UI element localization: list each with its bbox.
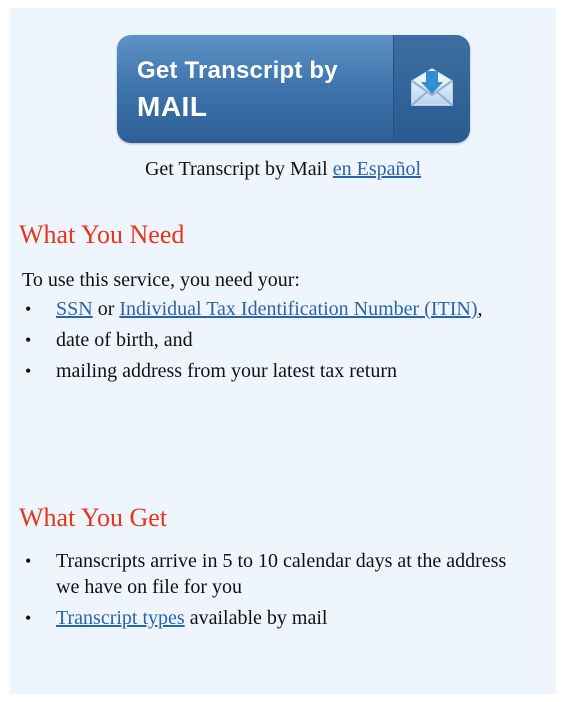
spanish-link[interactable]: en Español [333,158,421,180]
itin-link[interactable]: Individual Tax Identification Number (IT… [119,298,477,320]
or-text: or [92,298,120,320]
list-item: • SSN or Individual Tax Identification N… [22,296,526,322]
ssn-link[interactable]: SSN [56,298,93,320]
button-label-line2: MAIL [137,91,208,122]
bullet-icon: • [25,299,32,319]
get-list: • Transcripts arrive in 5 to 10 calendar… [22,548,526,636]
need-intro: To use this service, you need your: [22,269,300,291]
list-item-text: date of birth, and [56,329,193,351]
list-item: • mailing address from your latest tax r… [22,358,526,384]
bullet-icon: • [25,330,32,350]
bullet-icon: • [25,361,32,381]
list-item-text: mailing address from your latest tax ret… [56,360,398,382]
button-icon-area [393,35,470,143]
get-transcript-by-mail-button[interactable]: Get Transcript by MAIL [117,35,470,143]
list-item-text: available by mail [184,607,328,629]
need-list: • SSN or Individual Tax Identification N… [22,296,526,389]
transcript-types-link[interactable]: Transcript types [56,607,185,629]
bullet-icon: • [25,551,32,571]
button-caption: Get Transcript by Mail en Español [10,158,556,181]
content-panel: Get Transcript by MAIL Get Transcript by… [10,8,556,694]
comma-text: , [477,298,483,320]
list-item-text: Transcripts arrive in 5 to 10 calendar d… [56,550,507,598]
what-you-get-heading: What You Get [19,503,168,532]
button-label-line1: Get Transcript by [137,57,338,84]
list-item: • date of birth, and [22,327,526,353]
list-item: • Transcripts arrive in 5 to 10 calendar… [22,548,526,600]
list-item: • Transcript types available by mail [22,605,526,631]
bullet-icon: • [25,608,32,628]
download-envelope-icon [411,68,453,106]
what-you-need-heading: What You Need [19,220,185,249]
button-label: Get Transcript by MAIL [137,53,338,125]
caption-text: Get Transcript by Mail [144,158,328,180]
